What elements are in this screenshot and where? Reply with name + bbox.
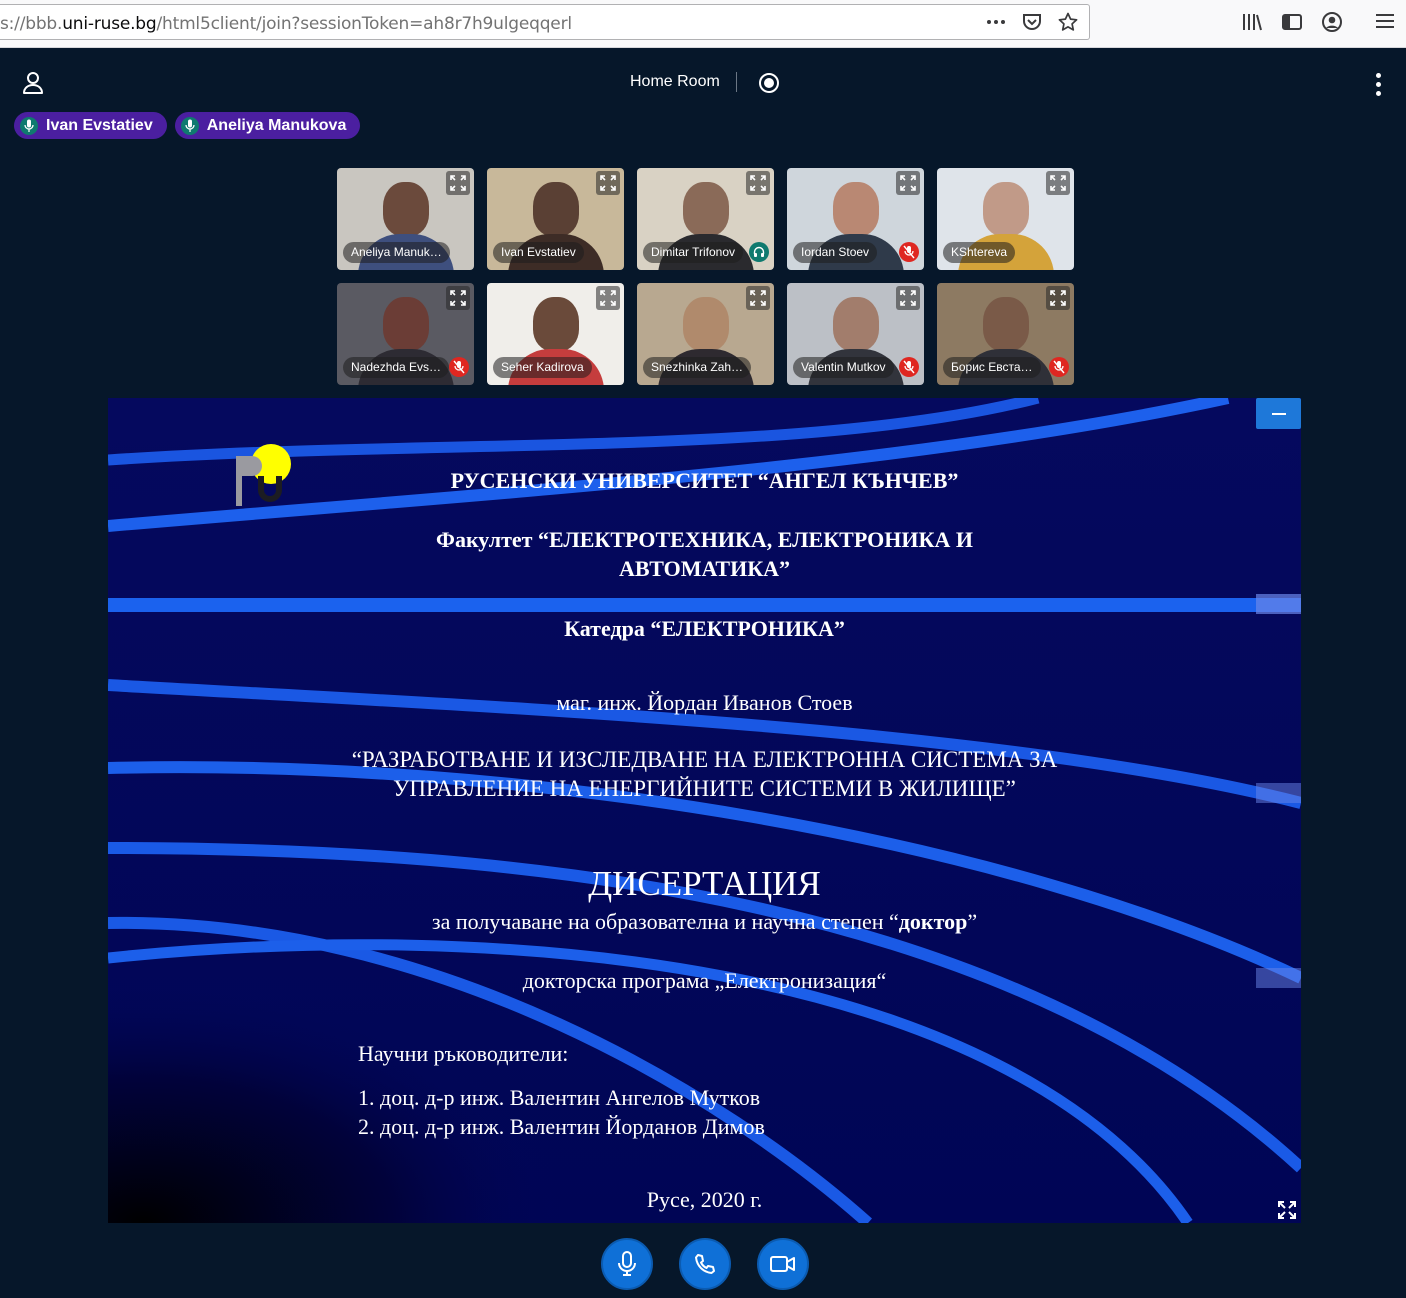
slide-supervisor-1: 1. доц. д-р инж. Валентин Ангелов Мутков: [358, 1085, 761, 1110]
webcam-tile[interactable]: Dimitar Trifonov: [637, 168, 774, 270]
expand-video-icon[interactable]: [1046, 171, 1070, 195]
webcam-user-name[interactable]: Seher Kadirova: [493, 357, 592, 378]
webcam-tile[interactable]: Nadezhda Evs…: [337, 283, 474, 385]
slide-supervisor-2: 2. доц. д-р инж. Валентин Йорданов Димов: [358, 1114, 765, 1139]
record-icon[interactable]: [758, 72, 780, 94]
participant-head: [382, 182, 429, 236]
expand-video-icon[interactable]: [596, 171, 620, 195]
webcam-tile[interactable]: Aneliya Manuk…: [337, 168, 474, 270]
muted-microphone-icon: [899, 357, 919, 377]
participant-head: [982, 297, 1029, 351]
participant-head: [532, 297, 579, 351]
user-list-toggle-icon[interactable]: [20, 70, 46, 96]
slide-place-date: Русе, 2020 г.: [646, 1187, 763, 1212]
muted-microphone-icon: [1049, 357, 1069, 377]
title-divider: [736, 72, 737, 92]
expand-video-icon[interactable]: [446, 286, 470, 310]
star-icon[interactable]: [1057, 10, 1079, 34]
slide-topic-line2: УПРАВЛЕНИЕ НА ЕНЕРГИЙНИТЕ СИСТЕМИ В ЖИЛИ…: [393, 776, 1016, 801]
slide-degree: за получаване на образователна и научна …: [431, 909, 978, 934]
participant-head: [532, 182, 579, 236]
webcam-user-name[interactable]: Ivan Evstatiev: [493, 242, 584, 263]
phone-icon: [695, 1254, 715, 1274]
account-icon[interactable]: [1320, 8, 1344, 36]
minus-icon: [1271, 412, 1286, 415]
talking-user[interactable]: Aneliya Manukova: [174, 112, 361, 139]
microphone-icon: [180, 116, 199, 135]
pocket-icon[interactable]: [1021, 10, 1043, 34]
presentation-slide: РУСЕНСКИ УНИВЕРСИТЕТ “АНГЕЛ КЪНЧЕВ” Факу…: [108, 398, 1301, 1223]
participant-head: [682, 297, 729, 351]
expand-video-icon[interactable]: [596, 286, 620, 310]
talking-user[interactable]: Ivan Evstatiev: [14, 112, 167, 139]
participant-head: [832, 297, 879, 351]
slide-supervisors-label: Научни ръководители:: [358, 1041, 569, 1066]
webcam-tile[interactable]: Ivan Evstatiev: [487, 168, 624, 270]
webcam-tile[interactable]: Seher Kadirova: [487, 283, 624, 385]
expand-video-icon[interactable]: [1046, 286, 1070, 310]
url-bar[interactable]: s://bbb.uni-ruse.bg/html5client/join?ses…: [0, 4, 1090, 40]
microphone-icon: [20, 116, 38, 135]
webcam-tile[interactable]: Борис Евста…: [937, 283, 1074, 385]
headphones-icon: [749, 242, 769, 262]
slide-author: маг. инж. Йордан Иванов Стоев: [556, 690, 853, 715]
expand-video-icon[interactable]: [446, 171, 470, 195]
webcam-user-name[interactable]: Aneliya Manuk…: [343, 242, 450, 263]
participant-head: [682, 182, 729, 236]
webcam-user-name[interactable]: Iordan Stoev: [793, 242, 878, 263]
participant-head: [382, 297, 429, 351]
hamburger-menu-icon[interactable]: [1374, 9, 1396, 33]
webcam-user-name[interactable]: Борис Евста…: [943, 357, 1041, 378]
options-menu-icon[interactable]: [1366, 70, 1390, 98]
slide-doc-type: ДИСЕРТАЦИЯ: [588, 864, 821, 903]
webcam-tile[interactable]: Valentin Mutkov: [787, 283, 924, 385]
mute-button[interactable]: [601, 1238, 653, 1290]
minimize-presentation-button[interactable]: [1256, 398, 1301, 429]
talking-user-name: Aneliya Manukova: [206, 116, 347, 134]
webcam-user-name[interactable]: KShtereva: [943, 242, 1016, 263]
leave-audio-button[interactable]: [679, 1238, 731, 1290]
webcam-user-name[interactable]: Dimitar Trifonov: [643, 242, 744, 263]
webcam-tile[interactable]: KShtereva: [937, 168, 1074, 270]
camera-icon: [770, 1256, 795, 1272]
participant-head: [982, 182, 1029, 236]
slide-department: Катедра “ЕЛЕКТРОНИКА”: [564, 616, 845, 641]
slide-university: РУСЕНСКИ УНИВЕРСИТЕТ “АНГЕЛ КЪНЧЕВ”: [450, 468, 959, 493]
ellipsis-icon[interactable]: [985, 10, 1007, 34]
url-text: s://bbb.uni-ruse.bg/html5client/join?ses…: [0, 14, 572, 34]
expand-video-icon[interactable]: [746, 286, 770, 310]
slide-topic-line1: “РАЗРАБОТВАНЕ И ИЗСЛЕДВАНЕ НА ЕЛЕКТРОННА…: [351, 747, 1058, 772]
muted-microphone-icon: [899, 242, 919, 262]
webcam-grid: Aneliya Manuk… Ivan Evstatiev Dimitar Trif…: [337, 168, 1075, 385]
sidebar-icon[interactable]: [1280, 8, 1304, 36]
share-webcam-button[interactable]: [757, 1238, 809, 1290]
talking-user-name: Ivan Evstatiev: [46, 116, 153, 134]
slide-faculty-line2: АВТОМАТИКА”: [618, 556, 791, 581]
browser-toolbar: s://bbb.uni-ruse.bg/html5client/join?ses…: [0, 0, 1406, 48]
expand-video-icon[interactable]: [896, 171, 920, 195]
expand-video-icon[interactable]: [746, 171, 770, 195]
slide-program: докторска програма „Електронизация“: [522, 968, 887, 993]
participant-head: [832, 182, 879, 236]
action-bar: [601, 1238, 809, 1290]
webcam-user-name[interactable]: Snezhinka Zah…: [643, 357, 752, 378]
expand-video-icon[interactable]: [896, 286, 920, 310]
webcam-user-name[interactable]: Valentin Mutkov: [793, 357, 894, 378]
library-icon[interactable]: [1240, 8, 1264, 36]
webcam-tile[interactable]: Iordan Stoev: [787, 168, 924, 270]
slide-faculty-line1: Факултет “ЕЛЕКТРОТЕХНИКА, ЕЛЕКТРОНИКА И: [436, 527, 973, 552]
muted-microphone-icon: [449, 357, 469, 377]
meeting-title: Home Room: [630, 73, 720, 90]
webcam-user-name[interactable]: Nadezhda Evs…: [343, 357, 450, 378]
fullscreen-icon[interactable]: [1272, 1196, 1302, 1224]
talking-indicator: Ivan Evstatiev Aneliya Manukova: [14, 112, 361, 139]
microphone-icon: [618, 1251, 636, 1276]
webcam-tile[interactable]: Snezhinka Zah…: [637, 283, 774, 385]
